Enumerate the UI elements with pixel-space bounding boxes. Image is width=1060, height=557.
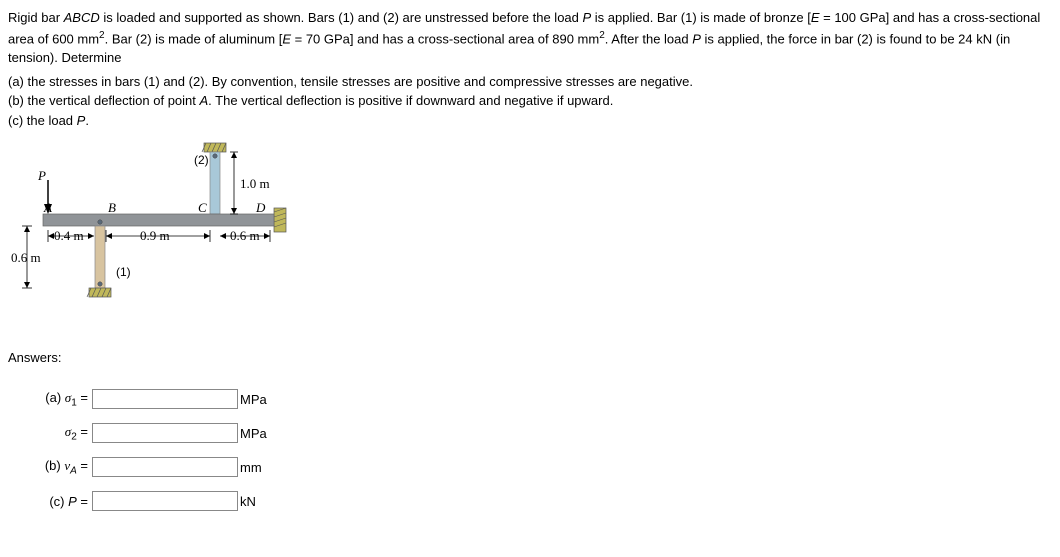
- unit-sigma1: MPa: [238, 392, 267, 407]
- answer-row-va: (b) vA = mm: [8, 457, 1052, 477]
- label-p: P: [37, 168, 46, 183]
- question-a: (a) the stresses in bars (1) and (2). By…: [8, 72, 1052, 92]
- answer-row-sigma2: σ2 = MPa: [8, 423, 1052, 443]
- label-va: (b) vA =: [8, 458, 92, 477]
- label-sigma2: σ2 =: [8, 424, 92, 443]
- answer-row-p: (c) P = kN: [8, 491, 1052, 511]
- label-c-point: C: [198, 200, 207, 215]
- label-p-answer: (c) P =: [8, 494, 92, 509]
- label-bar2: (2): [194, 153, 209, 167]
- question-c: (c) the load P.: [8, 111, 1052, 131]
- answers-heading: Answers:: [8, 350, 1052, 365]
- input-sigma1[interactable]: [92, 389, 238, 409]
- input-p[interactable]: [92, 491, 238, 511]
- answer-row-sigma1: (a) σ1 = MPa: [8, 389, 1052, 409]
- label-a-point: A: [43, 200, 52, 215]
- label-sigma1: (a) σ1 =: [8, 390, 92, 409]
- sub-questions: (a) the stresses in bars (1) and (2). By…: [8, 72, 1052, 131]
- dim-06m-left: 0.6 m: [11, 250, 41, 265]
- label-bar1: (1): [116, 265, 131, 279]
- question-b: (b) the vertical deflection of point A. …: [8, 91, 1052, 111]
- unit-sigma2: MPa: [238, 426, 267, 441]
- dim-09m: 0.9 m: [140, 228, 170, 243]
- label-b-point: B: [108, 200, 116, 215]
- dim-10m: 1.0 m: [240, 176, 270, 191]
- dim-04m: 0.4 m: [54, 228, 84, 243]
- unit-p: kN: [238, 494, 256, 509]
- unit-va: mm: [238, 460, 262, 475]
- problem-statement: Rigid bar ABCD is loaded and supported a…: [8, 8, 1052, 68]
- input-sigma2[interactable]: [92, 423, 238, 443]
- input-va[interactable]: [92, 457, 238, 477]
- answers-section: Answers: (a) σ1 = MPa σ2 = MPa (b) vA = …: [8, 350, 1052, 511]
- dim-06m: 0.6 m: [230, 228, 260, 243]
- label-d-point: D: [255, 200, 266, 215]
- diagram: P A B C D (1) (2) 0.4 m 0.9 m 0.6 m 1.0 …: [8, 140, 298, 320]
